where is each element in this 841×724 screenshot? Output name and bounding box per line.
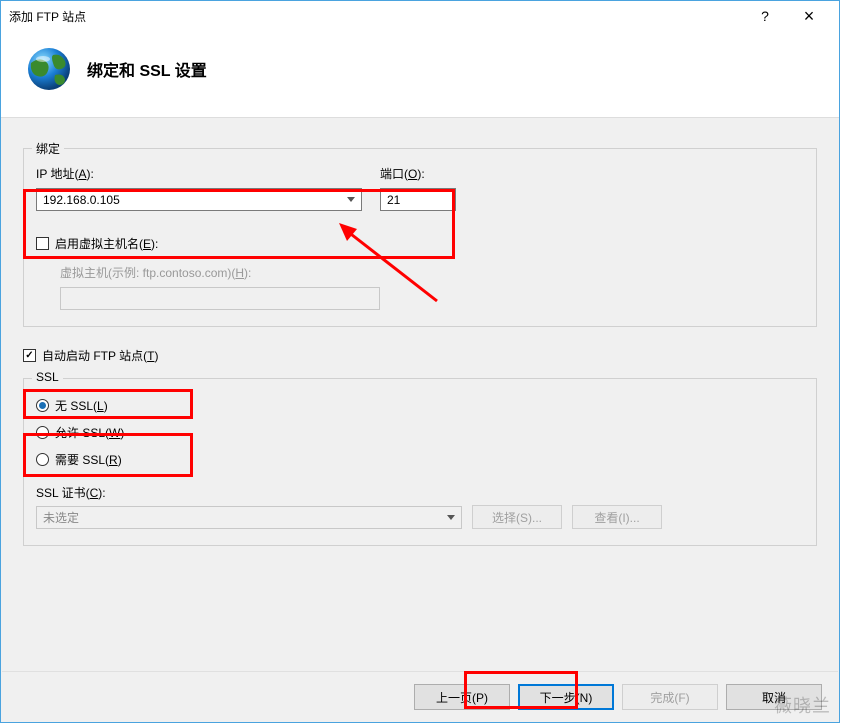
port-input[interactable] xyxy=(380,188,456,211)
ssl-select-button: 选择(S)... xyxy=(472,505,562,529)
checkbox-icon xyxy=(36,237,49,250)
finish-button: 完成(F) xyxy=(622,684,718,710)
autostart-checkbox[interactable]: 自动启动 FTP 站点(T) xyxy=(23,347,817,364)
autostart-label: 自动启动 FTP 站点(T) xyxy=(42,347,158,364)
content-area: 绑定 IP 地址(A): 192.168.0.105 端口(O): xyxy=(1,118,839,722)
ssl-none-radio[interactable]: 无 SSL(L) xyxy=(36,397,804,414)
header: 绑定和 SSL 设置 xyxy=(1,31,839,118)
enable-virtual-host-checkbox[interactable]: 启用虚拟主机名(E): xyxy=(36,235,804,252)
ssl-cert-combo[interactable]: 未选定 xyxy=(36,506,462,529)
enable-virtual-host-label: 启用虚拟主机名(E): xyxy=(55,235,158,252)
ip-address-label: IP 地址(A): xyxy=(36,165,362,182)
ssl-cert-value: 未选定 xyxy=(43,509,79,526)
radio-icon xyxy=(36,426,49,439)
next-button[interactable]: 下一步(N) xyxy=(518,684,614,710)
ssl-legend: SSL xyxy=(32,370,63,384)
globe-icon xyxy=(25,45,73,93)
port-label: 端口(O): xyxy=(380,165,456,182)
ssl-cert-label: SSL 证书(C): xyxy=(36,484,804,501)
checkbox-icon xyxy=(23,349,36,362)
page-title: 绑定和 SSL 设置 xyxy=(87,57,207,81)
ssl-require-label: 需要 SSL(R) xyxy=(55,451,122,468)
ssl-allow-radio[interactable]: 允许 SSL(W) xyxy=(36,424,804,441)
radio-icon xyxy=(36,453,49,466)
dialog-window: 添加 FTP 站点 ? × 绑定和 SSL 设置 绑定 xyxy=(0,0,840,723)
ssl-fieldset: SSL 无 SSL(L) 允许 SSL(W) 需要 SSL(R) xyxy=(23,378,817,546)
help-button[interactable]: ? xyxy=(743,1,787,31)
titlebar: 添加 FTP 站点 ? × xyxy=(1,1,839,31)
cancel-button[interactable]: 取消 xyxy=(726,684,822,710)
chevron-down-icon xyxy=(447,515,455,520)
ssl-require-radio[interactable]: 需要 SSL(R) xyxy=(36,451,804,468)
virtual-host-input xyxy=(60,287,380,310)
ip-address-value: 192.168.0.105 xyxy=(43,193,120,207)
prev-button[interactable]: 上一页(P) xyxy=(414,684,510,710)
binding-legend: 绑定 xyxy=(32,140,64,157)
ssl-allow-label: 允许 SSL(W) xyxy=(55,424,124,441)
binding-fieldset: 绑定 IP 地址(A): 192.168.0.105 端口(O): xyxy=(23,148,817,327)
chevron-down-icon xyxy=(347,197,355,202)
virtual-host-label: 虚拟主机(示例: ftp.contoso.com)(H): xyxy=(60,264,804,281)
radio-icon xyxy=(36,399,49,412)
ssl-view-button: 查看(I)... xyxy=(572,505,662,529)
footer: 上一页(P) 下一步(N) 完成(F) 取消 xyxy=(2,671,838,722)
window-title: 添加 FTP 站点 xyxy=(9,8,743,25)
ssl-none-label: 无 SSL(L) xyxy=(55,397,108,414)
ip-address-combo[interactable]: 192.168.0.105 xyxy=(36,188,362,211)
close-button[interactable]: × xyxy=(787,1,831,31)
